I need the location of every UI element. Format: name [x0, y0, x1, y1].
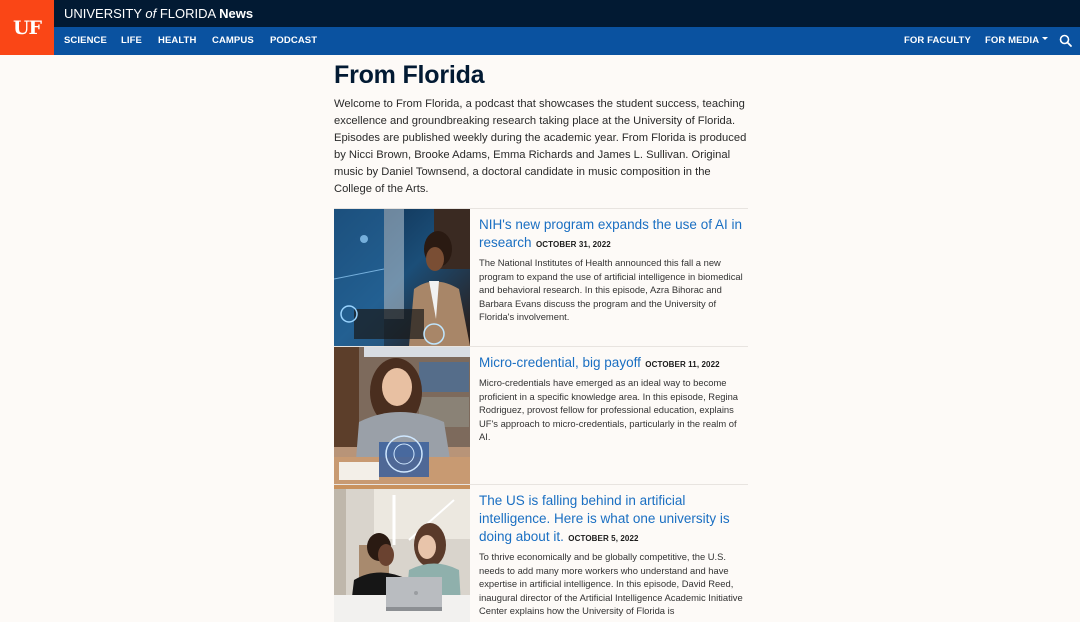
nav-for-media-label: FOR MEDIA [985, 35, 1040, 46]
episode-date: OCTOBER 5, 2022 [568, 534, 639, 543]
episode-title-link[interactable]: Micro-credential, big payoff [479, 355, 641, 370]
episode-thumbnail[interactable] [334, 347, 470, 484]
page-title: From Florida [334, 61, 485, 89]
top-bar: UNIVERSITY of FLORIDA News [54, 0, 1080, 27]
main-nav: SCIENCE LIFE HEALTH CAMPUS PODCAST FOR F… [54, 27, 1080, 55]
logo-text: UF [12, 16, 42, 39]
episode-body: Micro-credential, big payoff OCTOBER 11,… [479, 354, 747, 444]
nav-for-faculty[interactable]: FOR FACULTY [904, 35, 971, 46]
caret-down-icon [1042, 37, 1049, 41]
episode-thumbnail[interactable] [334, 485, 470, 622]
nav-campus[interactable]: CAMPUS [212, 35, 254, 46]
episode-date: OCTOBER 11, 2022 [645, 360, 720, 369]
episode-heading: NIH's new program expands the use of AI … [479, 216, 747, 252]
episode-item: The US is falling behind in artificial i… [334, 484, 748, 622]
nav-for-media[interactable]: FOR MEDIA [985, 35, 1049, 46]
podcast-intro: Welcome to From Florida, a podcast that … [334, 98, 747, 195]
episode-item: NIH's new program expands the use of AI … [334, 208, 748, 346]
episode-body: NIH's new program expands the use of AI … [479, 216, 747, 324]
student-library-image [334, 347, 470, 484]
episode-thumbnail[interactable] [334, 209, 470, 346]
site-title-florida: FLORIDA [156, 6, 220, 21]
search-icon[interactable] [1058, 33, 1074, 49]
episode-item: Micro-credential, big payoff OCTOBER 11,… [334, 346, 748, 484]
episode-heading: Micro-credential, big payoff OCTOBER 11,… [479, 354, 747, 372]
episode-description: Micro-credentials have emerged as an ide… [479, 377, 739, 443]
ai-hologram-image [334, 209, 470, 346]
nav-life[interactable]: LIFE [121, 35, 142, 46]
uf-logo[interactable]: UF [0, 0, 54, 55]
episode-date: OCTOBER 31, 2022 [535, 240, 611, 249]
site-title-of: of [145, 6, 157, 21]
site-title-university: UNIVERSITY [64, 6, 146, 21]
episode-description: To thrive economically and be globally c… [479, 551, 743, 617]
site-title[interactable]: UNIVERSITY of FLORIDA News [64, 6, 253, 21]
episode-description: The National Institutes of Health announ… [479, 257, 743, 323]
nav-science[interactable]: SCIENCE [64, 35, 107, 46]
nav-podcast[interactable]: PODCAST [270, 35, 317, 46]
main-content: From Florida Welcome to From Florida, a … [334, 55, 748, 622]
students-laptop-image [334, 485, 470, 622]
site-title-news: News [219, 6, 254, 21]
nav-health[interactable]: HEALTH [158, 35, 196, 46]
episode-body: The US is falling behind in artificial i… [479, 492, 747, 618]
episode-heading: The US is falling behind in artificial i… [479, 492, 747, 546]
